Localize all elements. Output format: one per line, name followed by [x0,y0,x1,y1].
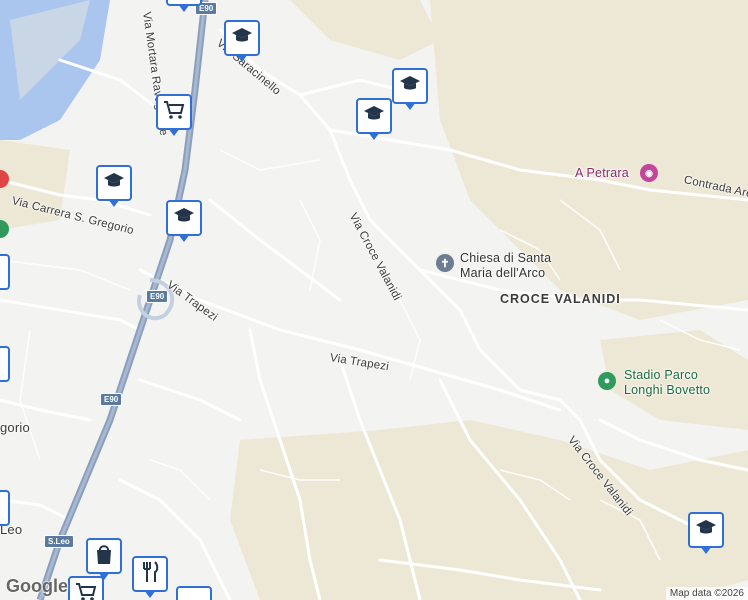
graduation-cap-icon [173,207,195,230]
shopping-bag-icon [94,543,114,570]
poi-label-stadio[interactable]: Stadio Parco Longhi Bovetto [624,368,710,398]
edge-marker-left-1[interactable] [0,254,10,290]
road-shield-sleo: S.Leo [44,535,74,548]
poi-label-stadio-line2: Longhi Bovetto [624,383,711,397]
map-base-layer [0,0,748,600]
stadium-icon[interactable]: ● [598,372,616,390]
poi-label-stadio-line1: Stadio Parco [624,368,698,382]
map-canvas[interactable]: Via Mortara Ravagnese Via Saracinello Vi… [0,0,748,600]
edge-marker-left-2[interactable] [0,346,10,382]
highway-shield-e90-low: E90 [100,393,123,406]
school-marker-4[interactable] [96,165,132,207]
camera-icon[interactable]: ◉ [640,164,658,182]
school-marker-1[interactable] [224,20,260,62]
church-icon[interactable]: ✝ [436,254,454,272]
edge-marker-left-3[interactable] [0,490,10,526]
grocery-marker-1[interactable] [156,94,192,136]
edge-marker-bottom[interactable] [176,586,212,600]
poi-label-chiesa-line2: Maria dell'Arco [460,266,546,280]
graduation-cap-icon [103,172,125,195]
school-marker-3[interactable] [356,98,392,140]
place-label-gregorio: gorio [0,420,30,435]
graduation-cap-icon [231,27,253,50]
school-marker-2[interactable] [392,68,428,110]
poi-label-chiesa[interactable]: Chiesa di Santa Maria dell'Arco [460,251,551,281]
fork-knife-icon [140,560,160,588]
shopping-cart-icon [163,100,185,125]
restaurant-marker[interactable] [132,556,168,598]
graduation-cap-icon [363,105,385,128]
graduation-cap-icon [399,75,421,98]
edge-marker-top[interactable] [166,0,202,12]
google-logo[interactable]: Google [6,576,68,597]
shopping-cart-icon [75,582,97,600]
map-attribution[interactable]: Map data ©2026 [665,587,748,600]
school-marker-5[interactable] [166,200,202,242]
poi-label-petrara[interactable]: A Petrara [575,166,629,181]
school-marker-6[interactable] [688,512,724,554]
poi-label-chiesa-line1: Chiesa di Santa [460,251,552,265]
shop-marker[interactable] [86,538,122,580]
area-label-croce-valanidi: CROCE VALANIDI [500,292,621,306]
graduation-cap-icon [695,519,717,542]
highway-shield-e90-mid: E90 [146,290,169,303]
